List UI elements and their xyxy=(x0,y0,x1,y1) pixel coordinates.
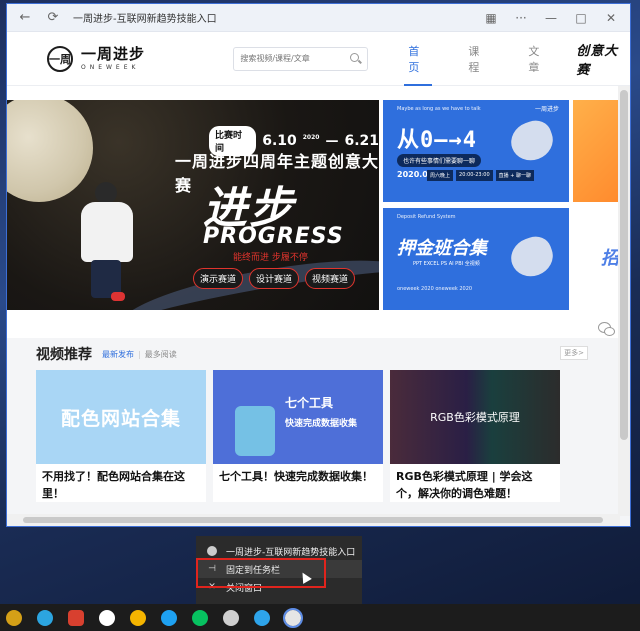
video-thumbnail[interactable]: RGB色彩模式原理 xyxy=(390,370,560,464)
nav-articles[interactable]: 文章 xyxy=(528,32,548,86)
video-card-list: 配色网站合集 不用找了！配色网站合集在这里！ 七个工具 快速完成数据收集 七个工… xyxy=(36,370,630,502)
video-card[interactable]: RGB色彩模式原理 RGB色彩模式原理 | 学会这个，解决你的调色难题！ xyxy=(390,370,560,502)
refresh-icon[interactable]: ⟳ xyxy=(39,4,67,32)
date-end: 6.21 xyxy=(344,133,379,149)
banner-subtitle: PPT EXCEL PS AI PBI 全视频 xyxy=(413,261,480,267)
date-dash: — xyxy=(325,133,339,149)
thumbnail-text: 七个工具 xyxy=(285,396,334,410)
contest-badge[interactable]: 创意大赛 xyxy=(576,40,630,78)
edge-icon[interactable] xyxy=(155,604,182,631)
banner-pill: 也许有些事情们需要聊一聊 xyxy=(397,154,482,167)
window-title: 一周进步-互联网新趋势技能入口 xyxy=(73,14,217,25)
time-tag: 20:00-23:00 xyxy=(456,170,493,181)
video-thumbnail[interactable]: 配色网站合集 xyxy=(36,370,206,464)
track-presentation[interactable]: 演示赛道 xyxy=(193,268,244,289)
nav-home[interactable]: 首页 xyxy=(404,32,433,86)
banner-headline: 押金班合集 xyxy=(397,238,487,259)
banner-corner-brand: 一周进步 xyxy=(534,106,559,113)
bird-illustration xyxy=(505,115,559,167)
side-banner-collection[interactable]: Deposit Refund System 押金班合集 PPT EXCEL PS… xyxy=(383,208,569,310)
menu-item-label: 一周进步-互联网新趋势技能入口 xyxy=(226,547,356,558)
wechat-icon[interactable] xyxy=(598,322,615,336)
track-design[interactable]: 设计赛道 xyxy=(249,268,300,289)
time-tag: 周六晚上 xyxy=(427,170,454,181)
contest-slogan: 能终而进 步履不停 xyxy=(233,253,308,263)
screen-icon[interactable] xyxy=(62,604,89,631)
tab-latest[interactable]: 最新发布 xyxy=(102,349,134,360)
banner-time-tags: 周六晚上 20:00-23:00 直播 + 聊一聊 xyxy=(427,170,535,181)
wechat-icon[interactable] xyxy=(186,604,213,631)
time-tag: 直播 + 聊一聊 xyxy=(495,170,535,181)
qr-code-icon[interactable]: ▦ xyxy=(476,4,506,32)
vertical-scrollbar[interactable] xyxy=(618,86,630,516)
track-list: 演示赛道 设计赛道 视频赛道 xyxy=(193,268,356,289)
game-icon[interactable] xyxy=(93,604,120,631)
browser-window: ← ⟳ 一周进步-互联网新趋势技能入口 ▦ ··· — □ ✕ 一周 一周进步 … xyxy=(6,3,631,527)
main-banner[interactable]: 比赛时间 6.10 2020 — 6.21 一周进步四周年主题创意大赛 进步 P… xyxy=(7,100,379,310)
todo-icon[interactable] xyxy=(124,604,151,631)
site-logo[interactable]: 一周 一周进步 ONEWEEK xyxy=(47,44,200,72)
video-card[interactable]: 七个工具 快速完成数据收集 七个工具！快速完成数据收集！ xyxy=(213,370,383,502)
banner-footer: oneweek 2020 oneweek 2020 xyxy=(397,286,473,292)
video-title[interactable]: RGB色彩模式原理 | 学会这个，解决你的调色难题！ xyxy=(390,464,560,502)
horizontal-scrollbar[interactable] xyxy=(7,514,620,526)
tab-most-read[interactable]: 最多阅读 xyxy=(145,349,177,360)
banner-small-text: Maybe as long as we have to talk xyxy=(397,106,481,112)
side-banner-live[interactable]: Maybe as long as we have to talk 一周进步 从0… xyxy=(383,100,569,202)
video-card[interactable]: 配色网站合集 不用找了！配色网站合集在这里！ xyxy=(36,370,206,502)
logo-name: 一周进步 xyxy=(81,44,146,63)
settings-icon[interactable] xyxy=(217,604,244,631)
progress-word: PROGRESS xyxy=(203,224,344,249)
edge-beta-icon[interactable] xyxy=(248,604,275,631)
video-title[interactable]: 七个工具！快速完成数据收集！ xyxy=(213,464,383,502)
taskbar xyxy=(0,604,640,631)
title-bar: ← ⟳ 一周进步-互联网新趋势技能入口 ▦ ··· — □ ✕ xyxy=(7,4,630,32)
main-nav: 首页 课程 文章 xyxy=(404,32,548,86)
thumbnail-subtext: 快速完成数据收集 xyxy=(285,419,358,429)
minimize-button[interactable]: — xyxy=(536,4,566,32)
more-options-icon[interactable]: ··· xyxy=(506,4,536,32)
tab-separator: | xyxy=(138,349,141,359)
logo-mark-icon: 一周 xyxy=(47,45,73,72)
logo-subtitle: ONEWEEK xyxy=(81,63,140,71)
banner-area: 比赛时间 6.10 2020 — 6.21 一周进步四周年主题创意大赛 进步 P… xyxy=(7,86,630,338)
side-banner-orange[interactable] xyxy=(573,100,623,202)
section-title: 视频推荐 xyxy=(36,347,92,363)
telegram-icon[interactable] xyxy=(31,604,58,631)
thumbnail-text: 配色网站合集 xyxy=(60,407,181,430)
site-header: 一周 一周进步 ONEWEEK 首页 课程 文章 创意大赛 xyxy=(7,32,630,86)
bird-illustration xyxy=(505,231,559,283)
search-icon[interactable] xyxy=(350,53,361,64)
close-button[interactable]: ✕ xyxy=(596,4,626,32)
scrollbar-thumb[interactable] xyxy=(620,90,628,440)
video-section: 视频推荐 最新发布 | 最多阅读 更多> 配色网站合集 不用找了！配色网站合集在… xyxy=(7,338,630,526)
illustration xyxy=(235,406,275,456)
track-video[interactable]: 视频赛道 xyxy=(305,268,356,289)
date-year: 2020 xyxy=(302,133,320,141)
maximize-button[interactable]: □ xyxy=(566,4,596,32)
scrollbar-thumb[interactable] xyxy=(23,517,603,523)
video-thumbnail[interactable]: 七个工具 快速完成数据收集 xyxy=(213,370,383,464)
search-box[interactable] xyxy=(233,46,369,71)
app-icon xyxy=(206,545,218,557)
back-icon[interactable]: ← xyxy=(11,4,39,32)
banner-headline: 从0—→4 xyxy=(397,128,477,153)
search-input[interactable] xyxy=(240,54,351,63)
chrome-icon[interactable] xyxy=(0,604,27,631)
side-banner-recruit[interactable]: 招 xyxy=(573,208,623,310)
nav-courses[interactable]: 课程 xyxy=(468,32,488,86)
banner-small-text: Deposit Refund System xyxy=(397,214,456,220)
pwa-icon[interactable] xyxy=(279,604,306,631)
more-button[interactable]: 更多> xyxy=(560,346,588,360)
date-start: 6.10 xyxy=(262,133,297,149)
person-illustration xyxy=(77,182,139,302)
thumbnail-text: RGB色彩模式原理 xyxy=(430,411,520,424)
video-title[interactable]: 不用找了！配色网站合集在这里！ xyxy=(36,464,206,502)
